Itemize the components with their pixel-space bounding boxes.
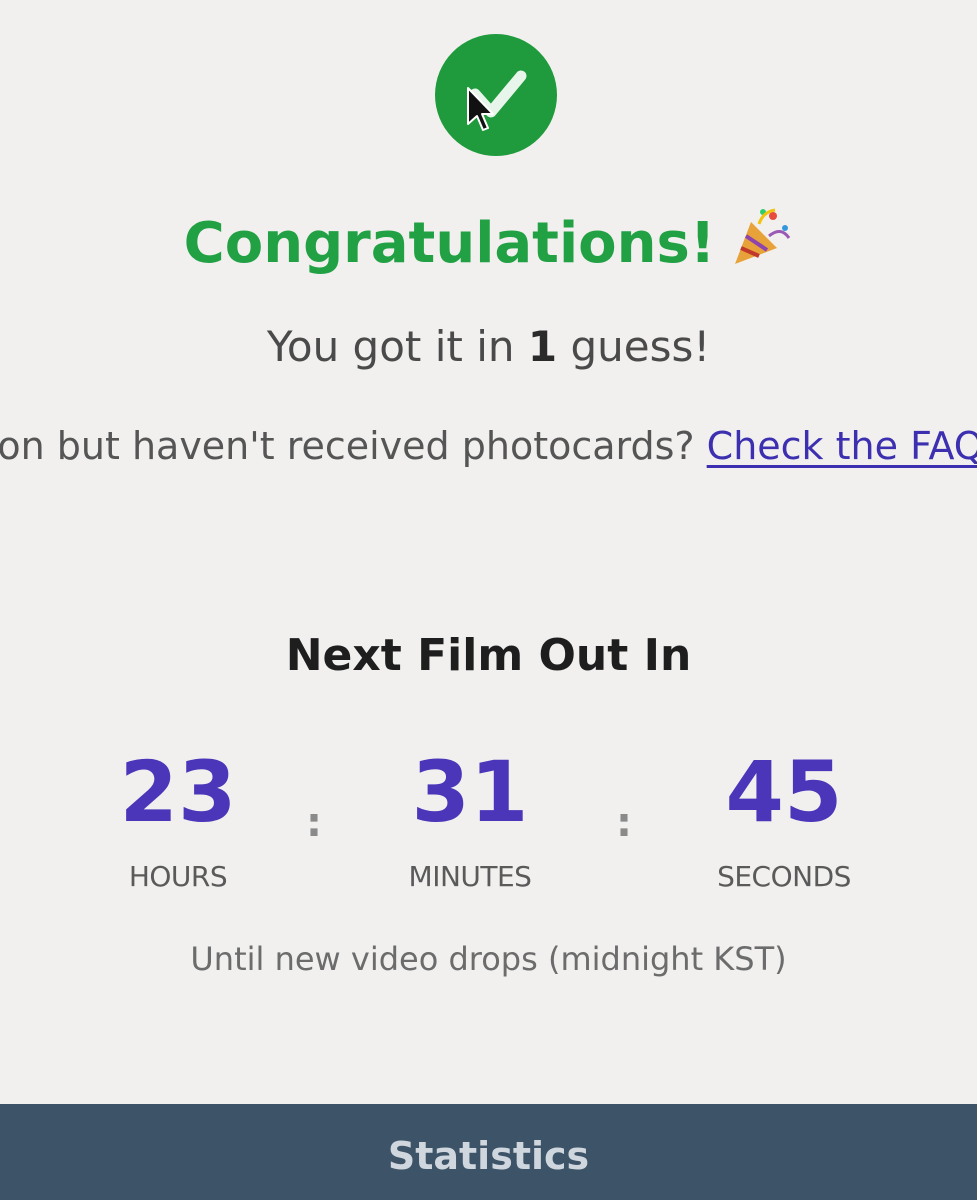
guess-prefix: You got it in [266,322,528,371]
party-popper-icon [729,206,793,282]
mouse-pointer-icon [467,87,494,131]
seconds-label: SECONDS [717,860,851,893]
faq-prompt-line: Won but haven't received photocards? Che… [0,424,977,468]
countdown-separator: : [616,800,632,846]
guess-count: 1 [527,322,558,371]
minutes-label: MINUTES [408,860,532,893]
hours-label: HOURS [128,860,228,893]
faq-prompt: Won but haven't received photocards? [0,424,707,468]
minutes-value: 31 [411,743,529,841]
success-check-badge [435,34,557,156]
faq-link[interactable]: Check the FAQ [707,424,977,468]
check-icon [469,70,527,118]
congratulations-text: Congratulations! [183,211,716,276]
statistics-label[interactable]: Statistics [0,1134,977,1178]
countdown-hours: 23 HOURS [78,750,278,893]
guess-suffix: guess! [557,322,711,371]
seconds-value: 45 [725,743,843,841]
countdown-title: Next Film Out In [285,630,692,681]
countdown-separator: : [306,800,322,846]
guess-summary: You got it in 1 guess! [0,322,977,371]
hours-value: 23 [119,743,237,841]
countdown-seconds: 45 SECONDS [684,750,884,893]
congratulations-heading: Congratulations! [0,206,977,282]
countdown-note: Until new video drops (midnight KST) [190,940,787,978]
countdown-minutes: 31 MINUTES [370,750,570,893]
